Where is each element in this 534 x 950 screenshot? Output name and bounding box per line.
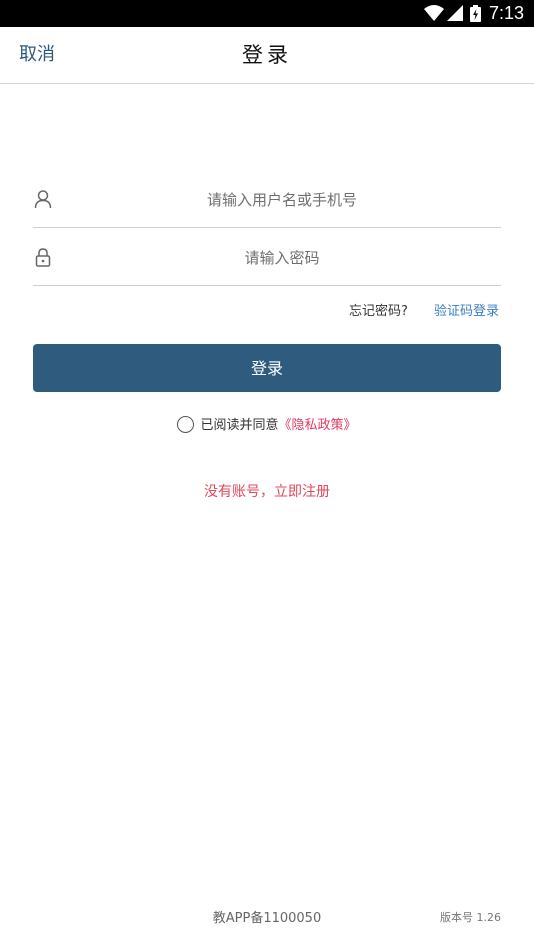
signal-icon <box>447 5 463 21</box>
forgot-password-link[interactable]: 忘记密码? <box>349 304 408 319</box>
app-header: 取消 登录 <box>0 27 534 84</box>
status-bar: 7:13 <box>0 0 534 27</box>
battery-charging-icon <box>470 5 481 22</box>
password-input[interactable] <box>63 239 501 277</box>
user-icon <box>34 190 52 209</box>
page-title: 登录 <box>242 43 292 67</box>
agreement-row: 已阅读并同意《隐私政策》 <box>0 416 534 435</box>
agreement-radio[interactable] <box>177 416 195 433</box>
status-time: 7:13 <box>488 3 524 23</box>
auth-links: 忘记密码? 验证码登录 <box>349 303 499 321</box>
agreement-text: 已阅读并同意 <box>200 418 279 433</box>
wifi-icon <box>424 5 444 21</box>
privacy-policy-link[interactable]: 《隐私政策》 <box>279 418 357 433</box>
username-input[interactable] <box>63 181 501 219</box>
username-field <box>33 171 501 228</box>
login-button[interactable]: 登录 <box>33 344 501 392</box>
password-field <box>33 229 501 286</box>
register-link[interactable]: 没有账号，立即注册 <box>0 483 534 501</box>
version-label: 版本号 1.26 <box>440 911 501 924</box>
sms-login-link[interactable]: 验证码登录 <box>434 304 499 319</box>
lock-icon <box>35 248 51 267</box>
